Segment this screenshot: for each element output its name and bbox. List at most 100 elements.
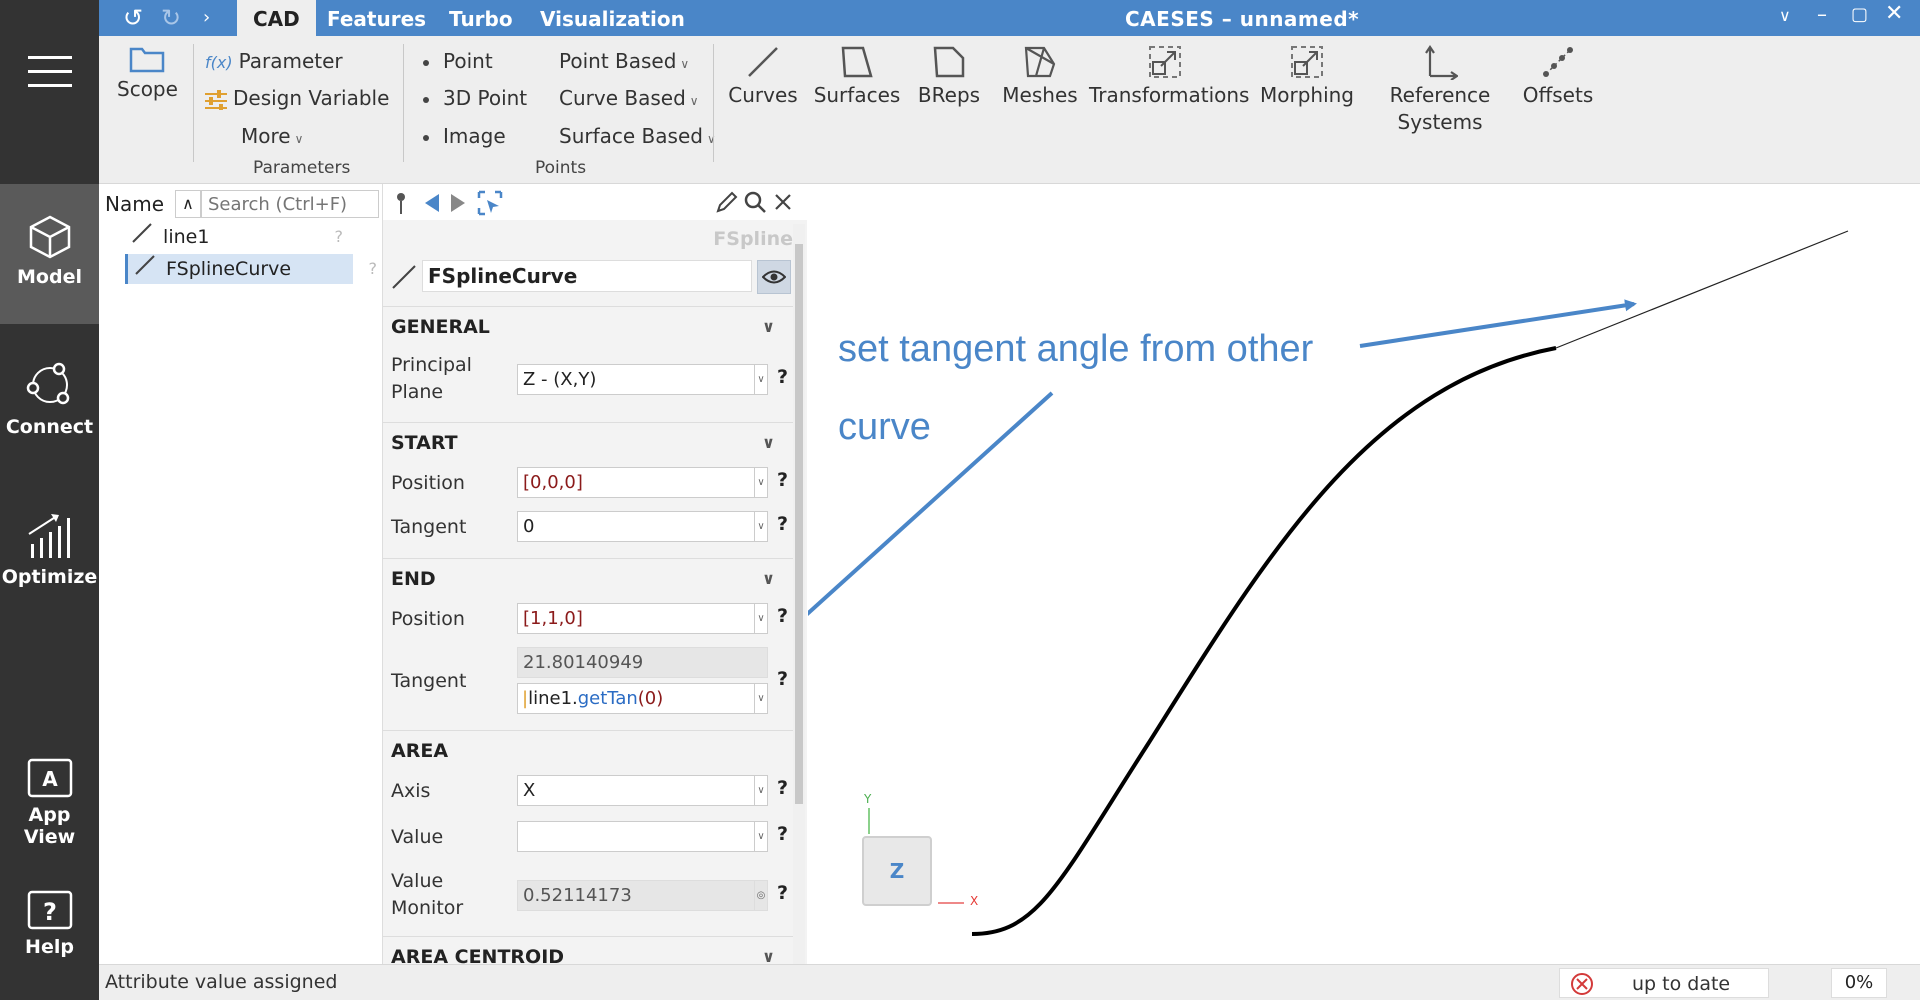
section-area-centroid[interactable]: AREA CENTROID ∨ bbox=[383, 936, 793, 964]
tab-visualization[interactable]: Visualization bbox=[524, 0, 701, 36]
chevron-down-icon[interactable]: ∨ bbox=[755, 821, 768, 852]
help-icon[interactable]: ? bbox=[777, 823, 788, 845]
expr-object: line1 bbox=[528, 688, 573, 709]
scrollbar-thumb[interactable] bbox=[795, 244, 803, 804]
reference-systems-button[interactable]: Reference Systems bbox=[1375, 44, 1505, 136]
scope-button[interactable]: Scope bbox=[117, 44, 178, 103]
redo-icon[interactable]: ↻ bbox=[161, 4, 181, 32]
sidebar-item-model[interactable]: Model bbox=[0, 184, 99, 324]
search-icon[interactable] bbox=[743, 190, 767, 214]
help-icon[interactable]: ? bbox=[777, 469, 788, 491]
tab-features[interactable]: Features bbox=[311, 0, 442, 36]
3d-viewport[interactable]: set tangent angle from other curve Y Z X bbox=[808, 184, 1920, 964]
chevron-down-icon[interactable]: ∨ bbox=[755, 467, 768, 498]
end-position-input[interactable]: [1,1,0] bbox=[517, 603, 755, 634]
principal-plane-select[interactable]: Z - (X,Y) bbox=[517, 364, 755, 395]
chevron-right-icon[interactable]: › bbox=[203, 7, 210, 28]
curves-button[interactable]: Curves bbox=[723, 44, 803, 109]
tab-cad[interactable]: CAD bbox=[237, 0, 316, 36]
point-button[interactable]: Point bbox=[423, 49, 493, 73]
hamburger-menu-button[interactable] bbox=[0, 52, 99, 92]
more-dropdown[interactable]: More ∨ bbox=[241, 124, 303, 148]
morphing-label: Morphing bbox=[1259, 83, 1354, 107]
forward-arrow-icon[interactable] bbox=[449, 192, 467, 214]
image-button[interactable]: Image bbox=[423, 124, 506, 148]
chevron-down-icon[interactable]: ∨ bbox=[755, 683, 768, 714]
status-indicator[interactable]: up to date bbox=[1559, 968, 1769, 998]
sidebar-item-label: App View bbox=[23, 804, 76, 848]
select-cursor-icon[interactable] bbox=[477, 190, 503, 216]
help-icon[interactable]: ? bbox=[777, 605, 788, 627]
tab-turbo[interactable]: Turbo bbox=[433, 0, 529, 36]
svg-text:A: A bbox=[42, 767, 58, 791]
chevron-down-icon[interactable]: ∨ bbox=[1779, 6, 1791, 25]
surfaces-button[interactable]: Surfaces bbox=[809, 44, 905, 109]
offsets-button[interactable]: Offsets bbox=[1513, 44, 1603, 109]
sidebar-item-connect[interactable]: Connect bbox=[0, 360, 99, 438]
section-title: START bbox=[391, 432, 458, 454]
tree-item-label: FSplineCurve bbox=[166, 258, 292, 280]
breps-label: BReps bbox=[917, 83, 981, 107]
axis-x-label: X bbox=[970, 894, 979, 908]
end-tangent-expression-input[interactable]: |line1.getTan(0) bbox=[517, 683, 755, 714]
meshes-button[interactable]: Meshes bbox=[995, 44, 1085, 109]
chevron-down-icon: ∨ bbox=[689, 94, 699, 108]
back-arrow-icon[interactable] bbox=[423, 192, 441, 214]
object-tree-panel: Name ∧ line1 ? FSplineCurve ? bbox=[99, 184, 382, 964]
curves-label: Curves bbox=[728, 83, 798, 107]
sidebar-item-app-view[interactable]: A App View bbox=[0, 758, 99, 848]
transformations-button[interactable]: Transformations bbox=[1089, 44, 1249, 109]
ribbon-separator bbox=[713, 44, 714, 162]
section-title: AREA bbox=[391, 740, 449, 762]
help-icon[interactable]: ? bbox=[777, 513, 788, 535]
start-tangent-input[interactable]: 0 bbox=[517, 511, 755, 542]
breps-button[interactable]: BReps bbox=[911, 44, 987, 109]
maximize-icon[interactable]: ▢ bbox=[1851, 4, 1868, 25]
pin-icon[interactable] bbox=[393, 192, 409, 216]
offset-icon bbox=[1543, 47, 1573, 77]
section-area[interactable]: AREA bbox=[383, 730, 793, 770]
collapse-button[interactable]: ∧ bbox=[175, 190, 201, 218]
sliders-icon bbox=[205, 89, 227, 110]
curve-based-dropdown[interactable]: Curve Based ∨ bbox=[559, 86, 699, 110]
help-icon[interactable]: ? bbox=[777, 777, 788, 799]
area-value-input[interactable] bbox=[517, 821, 755, 852]
tree-item-fsplinecurve[interactable]: FSplineCurve ? bbox=[125, 254, 377, 284]
design-variable-button[interactable]: Design Variable bbox=[205, 86, 389, 110]
properties-scrollbar[interactable] bbox=[793, 224, 805, 964]
error-circle-icon bbox=[1571, 973, 1593, 995]
visibility-toggle[interactable] bbox=[757, 260, 791, 294]
target-icon[interactable]: ◎ bbox=[755, 880, 768, 911]
chevron-down-icon[interactable]: ∨ bbox=[755, 603, 768, 634]
chevron-down-icon[interactable]: ∨ bbox=[755, 511, 768, 542]
point-based-dropdown[interactable]: Point Based ∨ bbox=[559, 49, 689, 73]
edit-pencil-icon[interactable] bbox=[715, 190, 739, 214]
close-icon[interactable] bbox=[773, 192, 793, 212]
chevron-down-icon[interactable]: ∨ bbox=[755, 364, 768, 395]
section-start[interactable]: START ∨ bbox=[383, 422, 793, 462]
sidebar-item-help[interactable]: ? Help bbox=[0, 890, 99, 958]
morphing-button[interactable]: Morphing bbox=[1251, 44, 1363, 109]
help-icon[interactable]: ? bbox=[777, 668, 788, 690]
view-cube[interactable]: Z bbox=[862, 836, 932, 906]
parameter-label: Parameter bbox=[238, 49, 343, 73]
close-icon[interactable]: ✕ bbox=[1885, 1, 1903, 26]
chevron-down-icon[interactable]: ∨ bbox=[755, 775, 768, 806]
section-general[interactable]: GENERAL ∨ bbox=[383, 306, 793, 346]
section-end[interactable]: END ∨ bbox=[383, 558, 793, 598]
tree-item-line1[interactable]: line1 ? bbox=[125, 222, 353, 252]
start-position-input[interactable]: [0,0,0] bbox=[517, 467, 755, 498]
tree-search-input[interactable] bbox=[201, 190, 379, 218]
point3d-button[interactable]: 3D Point bbox=[423, 86, 527, 110]
parameter-button[interactable]: f(x) Parameter bbox=[205, 49, 343, 73]
help-icon[interactable]: ? bbox=[777, 366, 788, 388]
help-icon[interactable]: ? bbox=[777, 882, 788, 904]
minimize-icon[interactable]: – bbox=[1817, 2, 1827, 26]
help-icon[interactable]: ? bbox=[369, 254, 378, 284]
help-icon[interactable]: ? bbox=[335, 222, 344, 252]
sidebar-item-optimize[interactable]: Optimize bbox=[0, 510, 99, 588]
undo-icon[interactable]: ↺ bbox=[123, 4, 143, 32]
surface-based-dropdown[interactable]: Surface Based ∨ bbox=[559, 124, 716, 148]
area-axis-select[interactable]: X bbox=[517, 775, 755, 806]
object-name-input[interactable]: FSplineCurve bbox=[422, 260, 752, 292]
